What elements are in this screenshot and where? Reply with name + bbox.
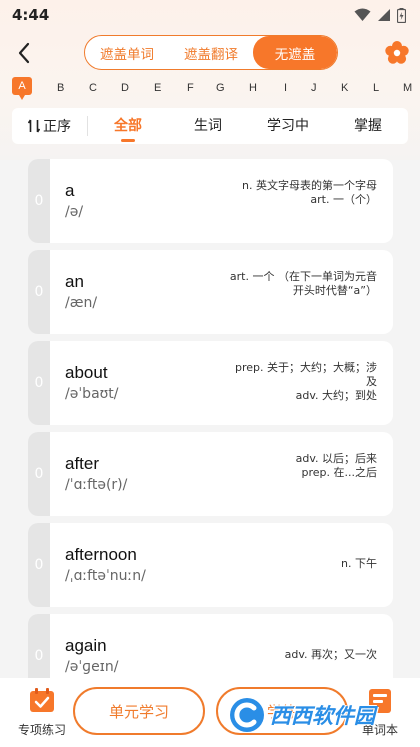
alpha-letter-g[interactable]: G: [216, 82, 225, 94]
header: 遮盖单词 遮盖翻译 无遮盖: [0, 34, 420, 72]
site-watermark: 西西软件园: [228, 693, 398, 737]
status-icons: [354, 7, 406, 23]
meaning-line: adv. 大约；到处: [295, 389, 377, 402]
review-count: 0: [28, 523, 50, 607]
word-meaning: adv. 以后；后来 prep. 在...之后: [227, 452, 377, 480]
meaning-line: n. 下午: [341, 557, 377, 570]
word-list: 0 a /ə/ n. 英文字母表的第一个字母 art. 一（个） 0 an /æ…: [0, 158, 420, 678]
meaning-line: adv. 以后；后来: [295, 452, 377, 465]
word-text: afternoon: [65, 545, 137, 564]
review-count: 0: [28, 432, 50, 516]
watermark-text: 西西软件园: [270, 704, 375, 728]
word-card[interactable]: 0 a /ə/ n. 英文字母表的第一个字母 art. 一（个）: [28, 159, 393, 243]
alpha-letter-l[interactable]: L: [373, 82, 379, 94]
alpha-letter-i[interactable]: I: [284, 82, 287, 94]
word-meaning: n. 英文字母表的第一个字母 art. 一（个）: [227, 179, 377, 207]
back-button[interactable]: [10, 38, 38, 68]
alpha-letter-m[interactable]: M: [403, 82, 412, 94]
word-phonetic: /ə/: [65, 204, 84, 220]
alpha-letter-k[interactable]: K: [341, 82, 348, 94]
sort-order-button[interactable]: 正序: [12, 116, 88, 136]
word-text: a: [65, 181, 75, 200]
tab-mastered[interactable]: 掌握: [328, 108, 408, 144]
word-phonetic: /ˈɑːftə(r)/: [65, 477, 128, 493]
review-count: 0: [28, 341, 50, 425]
settings-button[interactable]: [382, 38, 412, 68]
word-meaning: art. 一个 （在下一单词为元音开头时代替“a”）: [227, 270, 377, 298]
word-meaning: prep. 关于；大约；大概；涉及 adv. 大约；到处: [227, 361, 377, 403]
tab-learning[interactable]: 学习中: [248, 108, 328, 144]
battery-icon: [397, 7, 406, 23]
signal-icon: [378, 9, 390, 21]
sort-order-icon: [28, 119, 40, 133]
meaning-line: prep. 在...之后: [301, 466, 378, 479]
word-phonetic: /ˌɑːftəˈnuːn/: [65, 568, 146, 584]
wifi-icon: [354, 8, 371, 21]
alpha-letter-c[interactable]: C: [89, 82, 97, 94]
word-card[interactable]: 0 an /æn/ art. 一个 （在下一单词为元音开头时代替“a”）: [28, 250, 393, 334]
meaning-line: art. 一个 （在下一单词为元音开头时代替“a”）: [229, 270, 377, 297]
word-phonetic: /æn/: [65, 295, 98, 311]
tab-new-words[interactable]: 生词: [168, 108, 248, 144]
word-card[interactable]: 0 about /əˈbaʊt/ prep. 关于；大约；大概；涉及 adv. …: [28, 341, 393, 425]
alphabet-index-bar: A B C D E F G H I J K L M: [0, 76, 420, 102]
word-text: about: [65, 363, 108, 382]
meaning-line: n. 英文字母表的第一个字母: [242, 179, 377, 192]
tab-all[interactable]: 全部: [88, 108, 168, 144]
word-meaning: n. 下午: [227, 557, 377, 571]
special-practice-button[interactable]: 专项练习: [12, 688, 72, 738]
word-text: after: [65, 454, 100, 473]
flower-settings-icon: [385, 41, 409, 64]
segment-no-cover[interactable]: 无遮盖: [253, 36, 337, 69]
practice-icon: [30, 688, 54, 712]
status-bar: 4:44: [0, 0, 420, 30]
segment-cover-translation[interactable]: 遮盖翻译: [169, 36, 253, 69]
word-card[interactable]: 0 again /əˈɡeɪn/ adv. 再次；又一次: [28, 614, 393, 678]
alpha-letter-a[interactable]: A: [12, 77, 32, 100]
alpha-letter-b[interactable]: B: [57, 82, 64, 94]
alpha-letter-e[interactable]: E: [154, 82, 161, 94]
word-text: an: [65, 272, 84, 291]
meaning-line: adv. 再次；又一次: [284, 648, 377, 661]
sort-order-label: 正序: [43, 119, 71, 135]
review-count: 0: [28, 614, 50, 678]
word-text: again: [65, 636, 107, 655]
segment-cover-word[interactable]: 遮盖单词: [85, 36, 169, 69]
filter-bar: 正序 全部 生词 学习中 掌握: [12, 108, 408, 144]
word-phonetic: /əˈbaʊt/: [65, 386, 119, 402]
alpha-letter-f[interactable]: F: [187, 82, 194, 94]
status-time: 4:44: [12, 6, 50, 24]
watermark-logo-icon: [230, 698, 264, 732]
meaning-line: art. 一（个）: [310, 193, 377, 206]
alpha-letter-d[interactable]: D: [121, 82, 129, 94]
word-meaning: adv. 再次；又一次: [227, 648, 377, 662]
review-count: 0: [28, 250, 50, 334]
meaning-line: prep. 关于；大约；大概；涉及: [234, 361, 377, 388]
word-card[interactable]: 0 afternoon /ˌɑːftəˈnuːn/ n. 下午: [28, 523, 393, 607]
back-arrow-icon: [18, 42, 30, 64]
review-count: 0: [28, 159, 50, 243]
alpha-letter-h[interactable]: H: [249, 82, 257, 94]
unit-study-button[interactable]: 单元学习: [73, 687, 205, 735]
word-phonetic: /əˈɡeɪn/: [65, 659, 119, 675]
word-card[interactable]: 0 after /ˈɑːftə(r)/ adv. 以后；后来 prep. 在..…: [28, 432, 393, 516]
cover-mode-segmented-control: 遮盖单词 遮盖翻译 无遮盖: [84, 35, 338, 70]
alpha-letter-j[interactable]: J: [311, 82, 317, 94]
special-practice-label: 专项练习: [17, 723, 66, 737]
